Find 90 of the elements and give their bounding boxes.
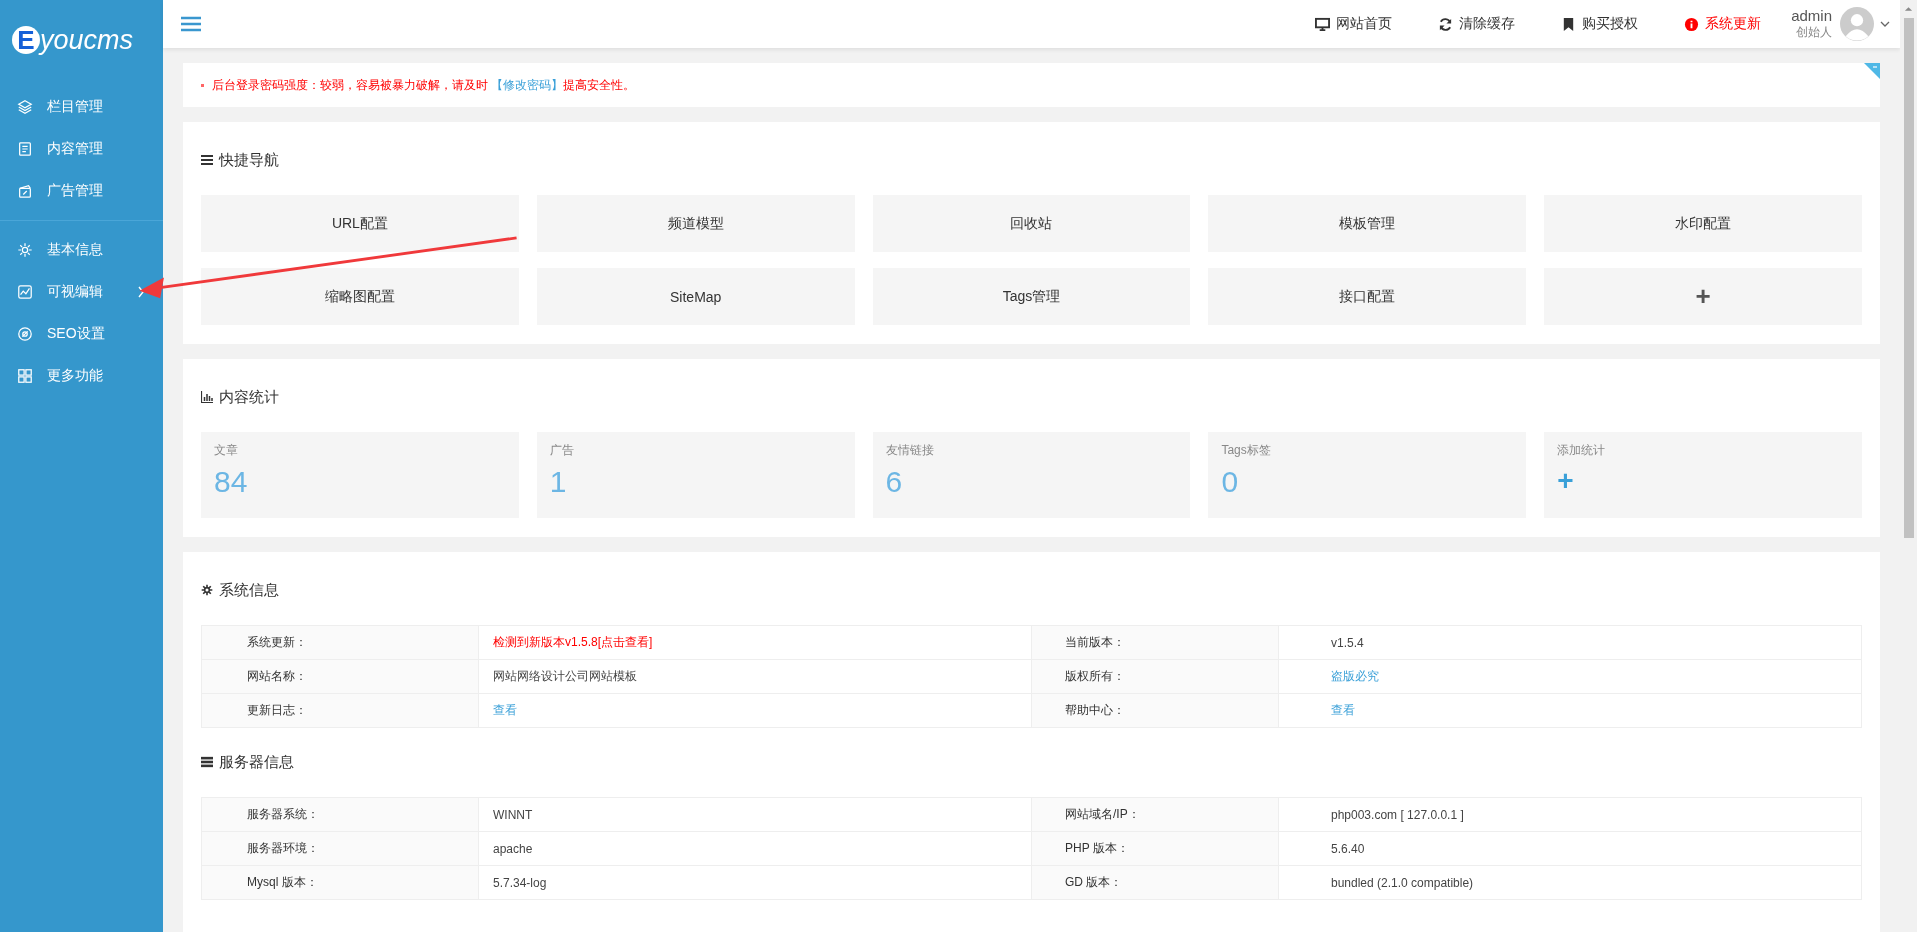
user-role: 创始人: [1796, 24, 1832, 41]
stat-label: 广告: [549, 442, 575, 459]
change-password-link[interactable]: 【修改密码】: [491, 77, 564, 92]
top-nav-link[interactable]: 购买授权: [1561, 15, 1639, 33]
stat-card[interactable]: Tags标签 0: [1208, 432, 1527, 518]
table-cell: bundled (2.1.0 compatible): [1278, 865, 1862, 900]
list-icon: [201, 154, 213, 166]
table-cell: Mysql 版本：: [201, 865, 479, 900]
sidebar-item[interactable]: 可视编辑: [0, 271, 163, 313]
table-cell: GD 版本：: [1031, 865, 1279, 900]
quick-nav-tile[interactable]: 接口配置: [1208, 268, 1527, 325]
sidebar-item[interactable]: 基本信息: [0, 229, 163, 271]
sidebar-item[interactable]: 更多功能: [0, 355, 163, 397]
table-cell: 网站名称：: [201, 659, 479, 694]
table-cell: v1.5.4: [1278, 625, 1862, 660]
stat-card[interactable]: 友情链接 6: [872, 432, 1191, 518]
quick-nav-tile[interactable]: 回收站: [872, 195, 1191, 252]
sidebar-item[interactable]: 栏目管理: [0, 86, 163, 128]
quick-nav-tile[interactable]: Tags管理: [872, 268, 1191, 325]
sidebar-item[interactable]: SEO设置: [0, 313, 163, 355]
refresh-icon: [1438, 16, 1454, 32]
top-nav-link[interactable]: 清除缓存: [1438, 15, 1516, 33]
server-icon: [201, 756, 213, 768]
table-cell: 网站网络设计公司网站模板: [478, 659, 1032, 694]
stat-label: 添加统计: [1557, 442, 1607, 459]
stat-value: +: [1557, 465, 1575, 497]
link-circle-icon: [17, 326, 33, 342]
table-cell: 版权所有：: [1031, 659, 1279, 694]
bar-chart-icon: [201, 391, 213, 403]
panel-title: 服务器信息: [219, 752, 294, 772]
sidebar-item[interactable]: 内容管理: [0, 128, 163, 170]
layers-icon: [17, 99, 33, 115]
quick-nav-tile[interactable]: +: [1544, 268, 1862, 325]
gear-icon: [201, 584, 213, 596]
table-cell: 服务器环境：: [201, 831, 479, 866]
table-cell: PHP 版本：: [1031, 831, 1279, 866]
stat-label: Tags标签: [1221, 442, 1272, 459]
avatar-icon[interactable]: [1840, 7, 1874, 41]
table-link[interactable]: 盗版必究: [1278, 659, 1862, 694]
stat-card[interactable]: 文章 84: [201, 432, 519, 518]
ad-icon: [17, 183, 33, 199]
top-nav-link[interactable]: 系统更新: [1684, 15, 1762, 33]
stat-card[interactable]: 广告 1: [536, 432, 855, 518]
table-cell: 系统更新：: [201, 625, 479, 660]
user-name: admin: [1791, 7, 1832, 24]
table-cell: 服务器系统：: [201, 797, 479, 832]
table-cell: 5.7.34-log: [478, 865, 1032, 900]
quick-nav-tile[interactable]: URL配置: [201, 195, 519, 252]
bullet-icon: [201, 83, 204, 87]
logo-mark: E: [12, 26, 40, 54]
stat-value: 84: [214, 465, 249, 499]
stat-card[interactable]: 添加统计 +: [1544, 432, 1862, 518]
panel-title: 快捷导航: [219, 150, 279, 170]
stat-label: 文章: [214, 442, 239, 459]
table-link[interactable]: 查看: [1278, 693, 1862, 728]
table-cell: 5.6.40: [1278, 831, 1862, 866]
quick-nav-tile[interactable]: 模板管理: [1208, 195, 1527, 252]
table-cell: php003.com [ 127.0.0.1 ]: [1278, 797, 1862, 832]
stat-value: 0: [1221, 465, 1240, 499]
table-link[interactable]: 查看: [478, 693, 1032, 728]
collapse-corner-icon[interactable]: [1864, 63, 1880, 79]
sidebar-item[interactable]: 广告管理: [0, 170, 163, 212]
top-nav-link[interactable]: 网站首页: [1315, 15, 1393, 33]
table-cell: 网站域名/IP：: [1031, 797, 1279, 832]
quick-nav-tile[interactable]: 缩略图配置: [201, 268, 519, 325]
panel-title: 系统信息: [219, 580, 279, 600]
doc-icon: [17, 141, 33, 157]
caret-icon[interactable]: [1880, 21, 1890, 27]
quick-nav-tile[interactable]: 频道模型: [536, 195, 855, 252]
table-cell: WINNT: [478, 797, 1032, 832]
gear-icon: [17, 242, 33, 258]
scroll-up-icon[interactable]: [1904, 6, 1913, 12]
notice-text: 后台登录密码强度：较弱，容易被暴力破解，请及时 【修改密码】提高安全性。: [212, 76, 636, 94]
chart-edit-icon: [17, 284, 33, 300]
table-cell: apache: [478, 831, 1032, 866]
stat-label: 友情链接: [885, 442, 935, 459]
quick-nav-tile[interactable]: 水印配置: [1544, 195, 1862, 252]
quick-nav-tile[interactable]: SiteMap: [536, 268, 855, 325]
grid-icon: [17, 368, 33, 384]
stat-value: 6: [885, 465, 904, 499]
stat-value: 1: [549, 465, 568, 499]
logo-text: youcms: [40, 24, 134, 56]
monitor-icon: [1315, 16, 1331, 32]
panel-title: 内容统计: [219, 387, 279, 407]
table-cell: 帮助中心：: [1031, 693, 1279, 728]
table-cell: 当前版本：: [1031, 625, 1279, 660]
info-icon: [1684, 16, 1700, 32]
menu-icon[interactable]: [181, 16, 201, 32]
table-link[interactable]: 检测到新版本v1.5.8[点击查看]: [478, 625, 1032, 660]
table-cell: 更新日志：: [201, 693, 479, 728]
